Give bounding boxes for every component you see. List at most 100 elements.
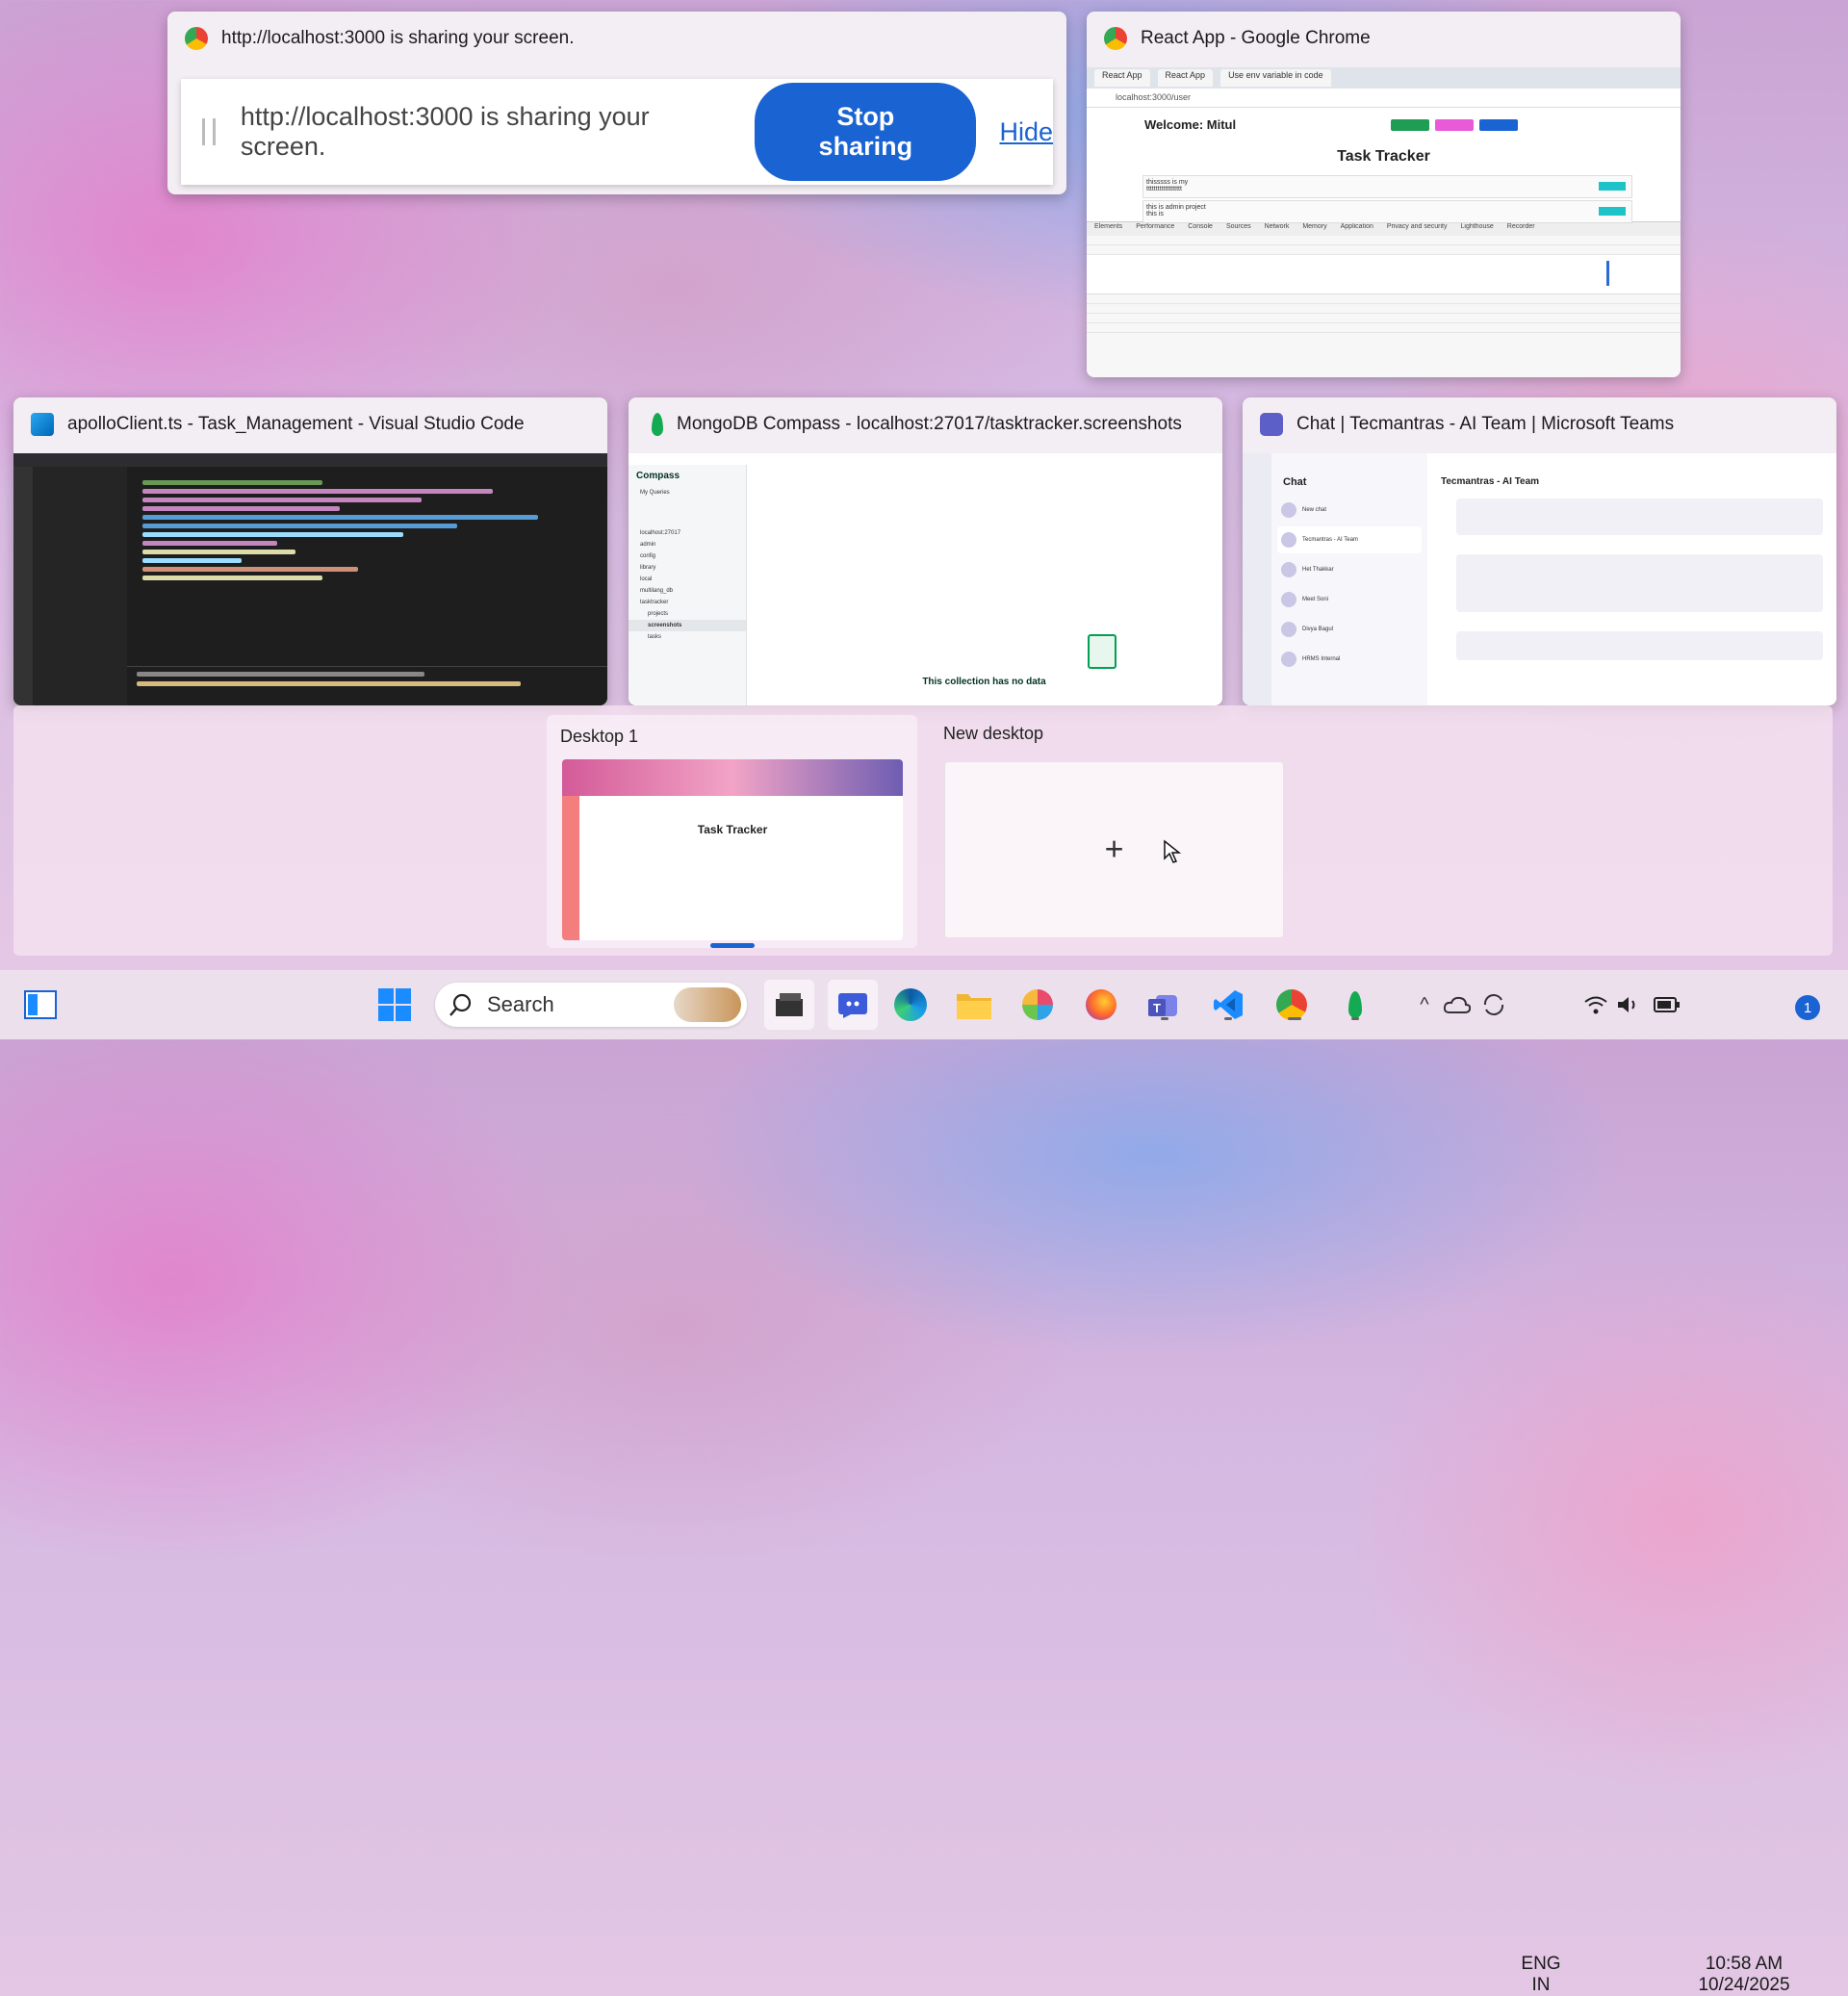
network-row bbox=[1087, 294, 1681, 304]
chrome-tab: Use env variable in code bbox=[1220, 69, 1331, 87]
chrome-tab-strip: React App React App Use env variable in … bbox=[1087, 67, 1681, 89]
battery-icon[interactable] bbox=[1648, 985, 1686, 1024]
new-desktop-label: New desktop bbox=[943, 724, 1044, 743]
page-title: Task Tracker bbox=[1337, 148, 1430, 165]
compass-main: This collection has no data bbox=[746, 465, 1222, 705]
teams-app-rail bbox=[1243, 453, 1271, 705]
mongo-window-title: MongoDB Compass - localhost:27017/tasktr… bbox=[677, 414, 1182, 434]
vscode-code-area bbox=[127, 467, 607, 659]
code-line bbox=[142, 480, 322, 485]
sidebar-item: library bbox=[640, 565, 656, 571]
svg-text:T: T bbox=[1153, 1001, 1161, 1015]
vscode-icon bbox=[31, 413, 54, 436]
chrome-window[interactable]: React App - Google Chrome React App Reac… bbox=[1087, 12, 1681, 377]
mongo-window-titlebar[interactable]: MongoDB Compass - localhost:27017/tasktr… bbox=[629, 397, 1222, 451]
project-card: thisssss is my ttttttttttttttttttt bbox=[1142, 175, 1632, 198]
vscode-window[interactable]: apolloClient.ts - Task_Management - Visu… bbox=[13, 397, 607, 705]
taskbar-search[interactable]: Search bbox=[435, 983, 747, 1027]
search-label: Search bbox=[487, 992, 554, 1016]
view-button bbox=[1599, 182, 1626, 191]
share-window-title: http://localhost:3000 is sharing your sc… bbox=[221, 28, 575, 48]
code-line bbox=[142, 576, 322, 580]
chrome-tab: React App bbox=[1094, 69, 1150, 87]
language-indicator[interactable]: ENG IN bbox=[1517, 1954, 1565, 1996]
sidebar-item: My Queries bbox=[640, 490, 670, 496]
devtools-tab: Application bbox=[1340, 223, 1373, 230]
teams-taskbar-icon[interactable]: T bbox=[1145, 985, 1184, 1024]
vscode-explorer bbox=[33, 467, 127, 705]
devtools-row bbox=[1087, 245, 1681, 255]
code-line bbox=[142, 498, 422, 502]
drag-handle-icon[interactable] bbox=[202, 118, 216, 145]
empty-document-icon bbox=[1088, 634, 1116, 669]
chrome-taskbar-icon[interactable] bbox=[1272, 985, 1311, 1024]
taskbar: Search T ^ ENG IN 10:58 AM 10/24/2025 bbox=[0, 970, 1848, 1995]
devtools-tab: Performance bbox=[1136, 223, 1175, 230]
devtools-tab: Memory bbox=[1302, 223, 1327, 230]
chrome-tab: React App bbox=[1157, 69, 1214, 87]
stop-sharing-button[interactable]: Stop sharing bbox=[755, 83, 977, 181]
running-indicator bbox=[1288, 1017, 1301, 1020]
onedrive-icon[interactable] bbox=[1438, 985, 1476, 1024]
mongo-window[interactable]: MongoDB Compass - localhost:27017/tasktr… bbox=[629, 397, 1222, 705]
plus-icon: + bbox=[1104, 831, 1124, 868]
network-row bbox=[1087, 314, 1681, 323]
devtools-tab: Network bbox=[1264, 223, 1290, 230]
code-line bbox=[142, 541, 278, 546]
sidebar-item: tasktracker bbox=[640, 600, 669, 605]
share-window[interactable]: http://localhost:3000 is sharing your sc… bbox=[167, 12, 1066, 194]
sync-icon[interactable] bbox=[1475, 985, 1513, 1024]
chrome-window-titlebar[interactable]: React App - Google Chrome bbox=[1087, 12, 1681, 65]
vscode-thumbnail bbox=[13, 453, 607, 705]
vscode-window-titlebar[interactable]: apolloClient.ts - Task_Management - Visu… bbox=[13, 397, 607, 451]
chrome-icon bbox=[1104, 27, 1127, 50]
file-explorer-icon[interactable] bbox=[955, 985, 993, 1024]
mongodb-leaf-icon bbox=[652, 413, 663, 436]
terminal-line bbox=[137, 681, 522, 686]
teams-chat-list: Chat New chat Tecmantras - AI Team Het T… bbox=[1271, 453, 1427, 705]
teams-window[interactable]: Chat | Tecmantras - AI Team | Microsoft … bbox=[1243, 397, 1836, 705]
header-button bbox=[1391, 119, 1429, 131]
firefox-icon[interactable] bbox=[1082, 985, 1120, 1024]
share-window-titlebar[interactable]: http://localhost:3000 is sharing your sc… bbox=[167, 12, 1066, 65]
desktop-1-card[interactable]: Desktop 1 Task Tracker bbox=[547, 715, 917, 948]
volume-icon[interactable] bbox=[1609, 985, 1648, 1024]
clock[interactable]: 10:58 AM 10/24/2025 bbox=[1696, 1954, 1792, 1996]
photos-icon[interactable] bbox=[1018, 985, 1057, 1024]
discord-icon[interactable] bbox=[828, 980, 878, 1030]
sidebar-item: local bbox=[640, 576, 653, 582]
vscode-activity-bar bbox=[13, 467, 33, 705]
project-name: this is admin project bbox=[1146, 204, 1206, 211]
running-indicator bbox=[1161, 1017, 1168, 1020]
notification-badge[interactable]: 1 bbox=[1795, 995, 1820, 1020]
sidebar-item: admin bbox=[640, 542, 656, 548]
code-line bbox=[142, 506, 341, 511]
chat-list-title: Chat bbox=[1283, 476, 1307, 488]
code-line bbox=[142, 524, 457, 528]
chrome-thumbnail: React App React App Use env variable in … bbox=[1087, 67, 1681, 377]
hide-link[interactable]: Hide bbox=[999, 117, 1053, 147]
teams-conversation: Tecmantras - AI Team bbox=[1427, 453, 1836, 705]
devtools-tab: Privacy and security bbox=[1386, 223, 1448, 230]
start-button[interactable] bbox=[375, 985, 414, 1024]
new-desktop-button[interactable]: + bbox=[944, 761, 1284, 938]
edge-icon[interactable] bbox=[891, 985, 930, 1024]
network-row bbox=[1087, 304, 1681, 314]
mongodb-taskbar-icon[interactable] bbox=[1336, 985, 1374, 1024]
avatar bbox=[1281, 532, 1296, 548]
project-name: thisssss is my bbox=[1146, 179, 1189, 186]
avatar bbox=[1281, 652, 1296, 667]
task-manager-icon[interactable] bbox=[764, 980, 814, 1030]
devtools-panel: Elements Performance Console Sources Net… bbox=[1087, 221, 1681, 377]
desktop-1-thumbnail[interactable]: Task Tracker bbox=[562, 759, 903, 940]
task-view-icon[interactable] bbox=[21, 985, 60, 1024]
desktop-1-label: Desktop 1 bbox=[560, 727, 639, 746]
vscode-tabbar bbox=[13, 453, 607, 467]
teams-window-titlebar[interactable]: Chat | Tecmantras - AI Team | Microsoft … bbox=[1243, 397, 1836, 451]
message-bubble bbox=[1456, 499, 1823, 535]
vscode-taskbar-icon[interactable] bbox=[1209, 985, 1247, 1024]
header-button bbox=[1435, 119, 1474, 131]
clock-time: 10:58 AM bbox=[1705, 1954, 1784, 1974]
devtools-tab: Console bbox=[1188, 223, 1213, 230]
avatar bbox=[1281, 622, 1296, 637]
